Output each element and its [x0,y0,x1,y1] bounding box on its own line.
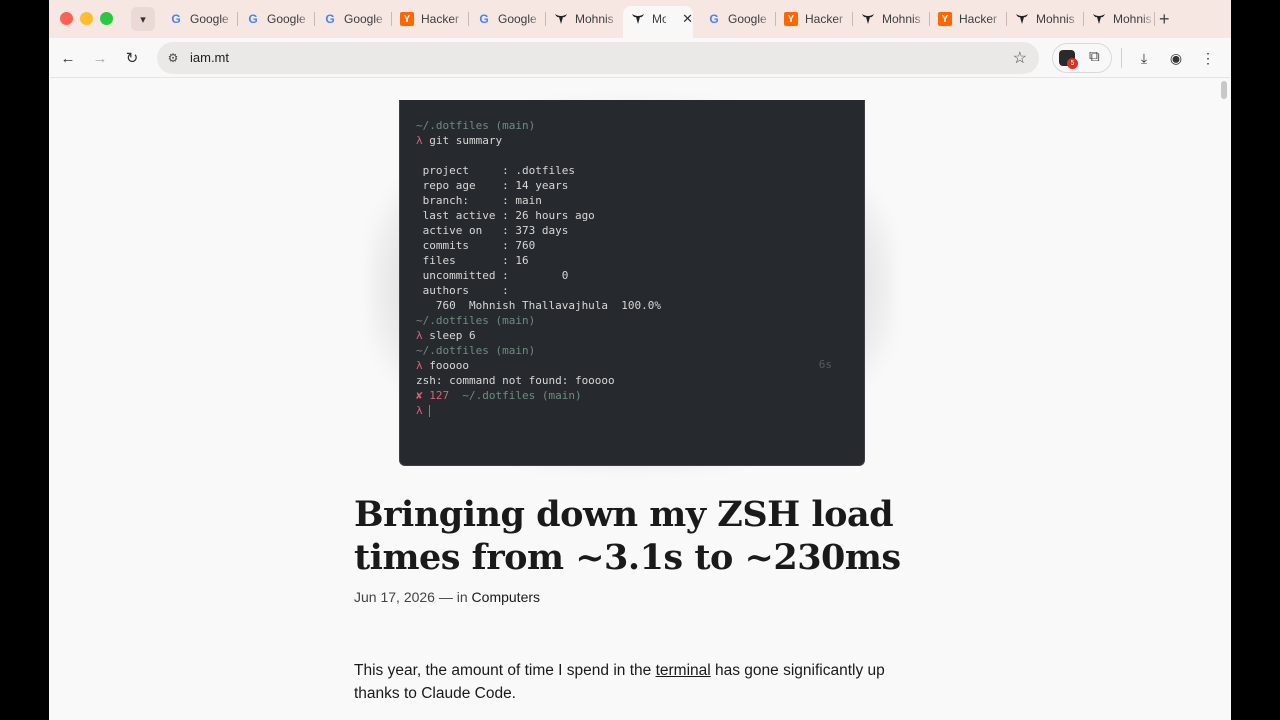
puzzle-piece-icon[interactable]: ⧉ [1089,48,1100,65]
post-date: Jun 17, 2026 [354,589,435,605]
tab[interactable]: Y Hacker [392,6,468,32]
tab-title: Google [190,12,229,26]
scrollbar[interactable] [1217,79,1231,720]
browser-window: ▾ G Google G Google G Google Y Hacker G … [49,0,1231,720]
command-duration: 6s [818,358,832,371]
bull-skull-icon [1015,12,1029,26]
new-tab-button[interactable]: + [1159,9,1170,30]
bookmark-star-icon[interactable]: ☆ [1013,48,1027,68]
tab[interactable]: Mohnis [1084,6,1154,32]
article-paragraph: This year, the amount of time I spend in… [354,662,885,702]
terminal-link[interactable]: terminal [656,662,711,679]
meta-separator: — in [438,589,468,605]
tab-title: Hacker [959,12,998,26]
arrow-left-icon: ← [60,49,76,67]
tab-title: Google [498,12,537,26]
tab[interactable]: Mohnis [1007,6,1083,32]
hacker-news-y-icon: Y [400,12,414,26]
plus-icon: + [1159,9,1170,29]
tab-search-button[interactable]: ▾ [131,7,155,31]
tab[interactable]: Mohnis [853,6,929,32]
tab-title: Google [267,12,306,26]
tab[interactable]: Mohnis [546,6,622,32]
arrow-right-icon: → [92,49,108,67]
address-bar[interactable]: ⚙ iam.mt ☆ [157,42,1039,74]
minimize-window-button[interactable] [80,12,93,25]
hacker-news-y-icon: Y [938,12,952,26]
article-meta: Jun 17, 2026 — in Computers [354,589,540,605]
extension-badge: 5 [1067,58,1078,69]
terminal-screenshot-image: ~/.dotfiles (main) λ git summary project… [399,100,865,466]
google-g-icon: G [709,12,719,26]
google-g-icon: G [479,12,489,26]
forward-button[interactable]: → [89,47,111,69]
terminal-output: ~/.dotfiles (main) λ git summary project… [416,119,662,417]
tab[interactable]: G Google [699,6,775,32]
tab-title: Mohnis [882,12,921,26]
reload-icon: ↻ [125,50,139,67]
tab[interactable]: G Google [238,6,314,32]
tab[interactable]: G Google [315,6,391,32]
kebab-menu-icon[interactable]: ⋮ [1197,47,1219,69]
profile-icon[interactable]: ◉ [1165,47,1187,69]
reload-button[interactable]: ↻ [121,47,143,69]
tab[interactable]: G Google [469,6,545,32]
tab-title: Mohnis [1113,12,1152,26]
bull-skull-icon [631,12,645,26]
tab-title: Mo [652,12,667,26]
toolbar: ← → ↻ ⚙ iam.mt ☆ 5 ⧉ ⤓ ◉ ⋮ [49,38,1231,78]
tab-title: Mohnis [1036,12,1075,26]
tab-title: Hacker [805,12,844,26]
back-button[interactable]: ← [57,47,79,69]
tab-active[interactable]: Mo ✕ [623,6,693,38]
page-content: ~/.dotfiles (main) λ git summary project… [49,79,1217,720]
site-settings-icon[interactable]: ⚙ [165,50,181,66]
close-window-button[interactable] [60,12,73,25]
tab-title: Mohnis [575,12,614,26]
tab-title: Google [728,12,767,26]
chevron-down-icon: ▾ [140,13,146,26]
bull-skull-icon [1092,12,1106,26]
hacker-news-y-icon: Y [784,12,798,26]
article-title: Bringing down my ZSH load times from ~3.… [354,494,901,578]
tab[interactable]: G Google [161,6,237,32]
tab[interactable]: Y Hacker [930,6,1006,32]
url-text[interactable]: iam.mt [190,50,229,65]
maximize-window-button[interactable] [100,12,113,25]
tab-strip: ▾ G Google G Google G Google Y Hacker G … [49,0,1231,38]
scrollbar-thumb[interactable] [1221,81,1227,99]
google-g-icon: G [248,12,258,26]
category-link[interactable]: Computers [472,589,540,605]
bull-skull-icon [554,12,568,26]
tab-title: Google [344,12,383,26]
close-tab-icon[interactable]: ✕ [682,11,693,27]
google-g-icon: G [325,12,335,26]
bull-skull-icon [861,12,875,26]
extensions-group: 5 ⧉ [1052,43,1112,73]
tab[interactable]: Y Hacker [776,6,852,32]
google-g-icon: G [171,12,181,26]
download-icon[interactable]: ⤓ [1133,47,1155,69]
tab-title: Hacker [421,12,460,26]
